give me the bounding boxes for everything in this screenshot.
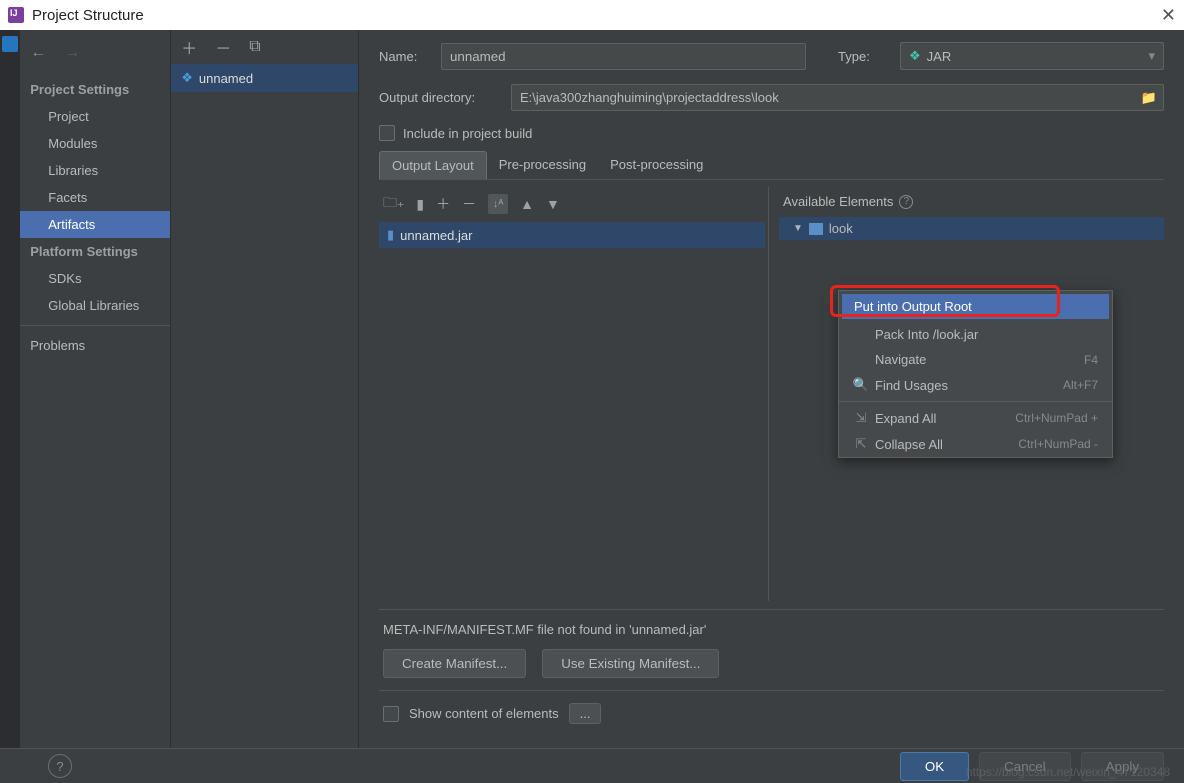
output-dir-input[interactable]: E:\java300zhanghuiming\projectaddress\lo… <box>511 84 1164 111</box>
sidebar: ← → Project Settings Project Modules Lib… <box>20 30 171 748</box>
watermark: https://blog.csdn.net/weixin_47120348 <box>966 765 1170 779</box>
section-platform-settings: Platform Settings <box>20 238 170 265</box>
sidebar-item-modules[interactable]: Modules <box>20 130 170 157</box>
output-dir-label: Output directory: <box>379 90 499 105</box>
left-gutter <box>0 30 20 748</box>
context-menu-expand-all[interactable]: ⇲ Expand All Ctrl+NumPad + <box>839 405 1112 431</box>
app-icon <box>8 7 24 23</box>
context-menu-put-into-output-root[interactable]: Put into Output Root <box>842 294 1109 319</box>
disclose-icon[interactable]: ▼ <box>793 223 803 234</box>
jar-icon: ❖ <box>181 70 193 86</box>
output-layout-pane: 🗀₊ ▮ ＋ － ↓ᴬ ▲ ▼ ▮ unnamed.jar <box>379 186 769 601</box>
type-select[interactable]: ❖ JAR <box>900 42 1164 70</box>
expand-icon: ⇲ <box>853 410 869 426</box>
context-menu-find-usages[interactable]: 🔍 Find Usages Alt+F7 <box>839 372 1112 398</box>
gutter-icon <box>2 36 18 52</box>
sidebar-item-facets[interactable]: Facets <box>20 184 170 211</box>
sidebar-item-project[interactable]: Project <box>20 103 170 130</box>
output-dir-value: E:\java300zhanghuiming\projectaddress\lo… <box>520 90 779 105</box>
up-arrow-icon[interactable]: ▲ <box>520 196 534 212</box>
manifest-message: META-INF/MANIFEST.MF file not found in '… <box>383 622 1160 637</box>
show-content-checkbox[interactable] <box>383 706 399 722</box>
tab-post-processing[interactable]: Post-processing <box>598 151 715 179</box>
create-manifest-button[interactable]: Create Manifest... <box>383 649 526 678</box>
down-arrow-icon[interactable]: ▼ <box>546 196 560 212</box>
sort-icon[interactable]: ↓ᴬ <box>488 194 508 214</box>
sidebar-item-libraries[interactable]: Libraries <box>20 157 170 184</box>
context-menu-navigate[interactable]: Navigate F4 <box>839 347 1112 372</box>
tab-output-layout[interactable]: Output Layout <box>379 151 487 179</box>
footer-help-icon[interactable]: ? <box>48 754 72 778</box>
show-content-label: Show content of elements <box>409 706 559 721</box>
tab-pre-processing[interactable]: Pre-processing <box>487 151 598 179</box>
forward-arrow-icon[interactable]: → <box>64 44 80 62</box>
new-folder-icon[interactable]: 🗀₊ <box>383 192 404 216</box>
folder-browse-icon[interactable]: 📁 <box>1141 90 1157 106</box>
module-icon <box>809 223 823 235</box>
type-label: Type: <box>838 49 888 64</box>
artifact-toolbar: ＋ － ⧉ <box>171 30 358 64</box>
new-archive-icon[interactable]: ▮ <box>416 196 424 213</box>
sidebar-item-sdks[interactable]: SDKs <box>20 265 170 292</box>
sidebar-item-global-libraries[interactable]: Global Libraries <box>20 292 170 319</box>
use-existing-manifest-button[interactable]: Use Existing Manifest... <box>542 649 719 678</box>
module-label: look <box>829 221 853 236</box>
name-input[interactable] <box>441 43 806 70</box>
close-icon[interactable]: ✕ <box>1161 5 1176 26</box>
archive-icon: ▮ <box>387 227 394 243</box>
ok-button[interactable]: OK <box>900 752 969 781</box>
context-menu-pack-into[interactable]: Pack Into /look.jar <box>839 322 1112 347</box>
titlebar: Project Structure ✕ <box>0 0 1184 30</box>
remove-icon[interactable]: － <box>215 35 231 59</box>
artifact-entry-label: unnamed <box>199 71 253 86</box>
available-header-label: Available Elements <box>783 194 893 209</box>
window-title: Project Structure <box>32 7 144 24</box>
artifact-list: ＋ － ⧉ ❖ unnamed <box>171 30 359 748</box>
back-arrow-icon[interactable]: ← <box>30 44 46 62</box>
type-value: JAR <box>927 49 952 64</box>
add-copy-icon[interactable]: ＋ <box>436 194 450 214</box>
tabs: Output Layout Pre-processing Post-proces… <box>379 151 1164 180</box>
divider <box>20 325 170 326</box>
available-module-row[interactable]: ▼ look <box>779 217 1164 240</box>
context-menu: Put into Output Root Pack Into /look.jar… <box>838 290 1113 458</box>
section-project-settings: Project Settings <box>20 76 170 103</box>
add-icon[interactable]: ＋ <box>181 35 197 59</box>
collapse-icon: ⇱ <box>853 436 869 452</box>
copy-icon[interactable]: ⧉ <box>249 38 260 56</box>
search-icon: 🔍 <box>853 377 869 393</box>
include-build-label: Include in project build <box>403 126 532 141</box>
sidebar-item-artifacts[interactable]: Artifacts <box>20 211 170 238</box>
jar-type-icon: ❖ <box>909 48 921 64</box>
name-label: Name: <box>379 49 429 64</box>
sidebar-item-problems[interactable]: Problems <box>20 332 170 359</box>
layout-tree-root[interactable]: ▮ unnamed.jar <box>379 222 765 248</box>
remove-item-icon[interactable]: － <box>462 194 476 214</box>
include-build-checkbox[interactable] <box>379 125 395 141</box>
layout-root-label: unnamed.jar <box>400 228 472 243</box>
artifact-entry[interactable]: ❖ unnamed <box>171 64 358 92</box>
menu-separator <box>839 401 1112 402</box>
context-menu-collapse-all[interactable]: ⇱ Collapse All Ctrl+NumPad - <box>839 431 1112 457</box>
manifest-area: META-INF/MANIFEST.MF file not found in '… <box>379 609 1164 690</box>
ellipsis-button[interactable]: ... <box>569 703 602 724</box>
help-icon[interactable]: ? <box>899 195 913 209</box>
